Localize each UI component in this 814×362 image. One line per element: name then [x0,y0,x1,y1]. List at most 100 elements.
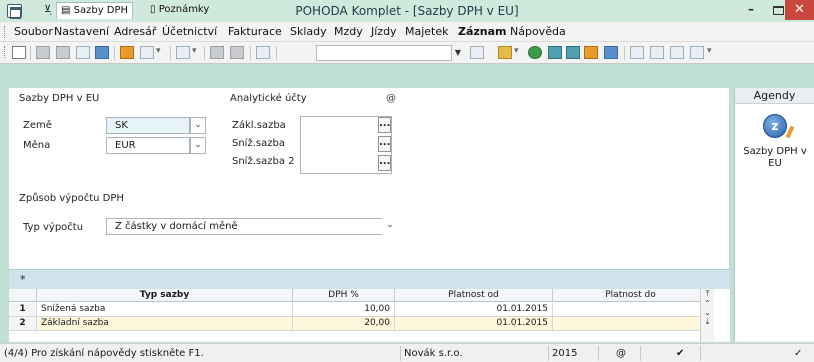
tab-notes[interactable]: ▯ Poznámky [146,2,213,19]
column-header-type[interactable]: Typ sazby [37,289,293,302]
scroll-bottom-icon[interactable]: ⤓ [701,317,714,327]
menu-ucetnictvi[interactable]: Účetnictví [162,25,217,38]
users-icon[interactable] [584,46,598,59]
tab-strip [9,269,730,289]
report-icon[interactable] [76,46,90,59]
toolbar-separator [204,46,205,60]
chevron-down-icon[interactable]: ▾ [192,46,197,56]
ok-circle-icon[interactable]: ✓ [794,348,802,359]
agendy-item-label[interactable]: Sazby DPH v EU [735,146,814,170]
status-separator [640,346,641,361]
menu-mzdy[interactable]: Mzdy [334,25,363,38]
column-header-to[interactable]: Platnost do [553,289,709,302]
grid-corner [9,289,37,302]
cell-from[interactable]: 01.01.2015 [395,317,553,331]
filter-icon[interactable] [470,46,484,59]
save-icon[interactable] [210,46,224,59]
window-icon[interactable] [650,46,664,59]
minimize-button[interactable]: – [737,2,765,22]
folder-icon[interactable] [498,46,512,59]
filter-icon[interactable]: ⊻ [40,2,55,19]
toolbar-grip[interactable] [4,46,6,58]
menu-zaznam[interactable]: Záznam [458,25,507,38]
copy-icon[interactable] [256,46,270,59]
status-separator [548,346,549,361]
scroll-up-icon[interactable]: ⌃ [701,299,714,308]
cell-to[interactable] [553,303,709,317]
chevron-down-icon[interactable]: ▾ [156,46,161,56]
scroll-top-icon[interactable]: ⤒ [701,289,714,299]
check-icon[interactable]: ✔ [676,348,684,359]
edit-icon[interactable] [140,46,154,59]
cell-vat[interactable]: 10,00 [293,303,395,317]
menu-jizdy[interactable]: Jízdy [371,25,397,38]
calc-type-label: Typ výpočtu [23,222,84,233]
country-field[interactable]: SK [106,117,190,134]
cell-from[interactable]: 01.01.2015 [395,303,553,317]
toolbar-separator [30,46,31,60]
reduced-rate-browse-button[interactable]: ... [378,136,391,152]
table-icon[interactable] [548,46,562,59]
tab-notes-label: Poznámky [158,4,210,15]
close-button[interactable]: ✕ [785,0,814,20]
new-record-icon[interactable] [120,46,134,59]
chevron-down-icon[interactable]: ▾ [707,46,712,56]
new-row-star[interactable]: * [20,273,26,286]
menu-nastaveni[interactable]: Nastavení [54,25,109,38]
help-icon[interactable] [690,46,704,59]
reduced-rate-label: Sníž.sazba [232,138,285,149]
export-icon[interactable] [95,46,109,59]
vat-agenda-icon[interactable]: z [763,114,787,138]
column-header-from[interactable]: Platnost od [395,289,553,302]
currency-field[interactable]: EUR [106,137,190,154]
menu-adresar[interactable]: Adresář [114,25,156,38]
chevron-down-icon[interactable]: ⌄ [190,137,206,154]
grid-icon[interactable] [566,46,580,59]
cell-vat[interactable]: 20,00 [293,317,395,331]
link-icon[interactable] [528,46,542,59]
section-title: Sazby DPH v EU [19,93,100,104]
window-icon[interactable] [630,46,644,59]
open-icon[interactable] [12,46,26,59]
toolbar-search-input[interactable] [316,45,452,61]
base-rate-label: Zákl.sazba [232,120,286,131]
menu-majetek[interactable]: Majetek [405,25,449,38]
menu-sklady[interactable]: Sklady [290,25,327,38]
base-rate-browse-button[interactable]: ... [378,117,391,133]
window-icon[interactable] [670,46,684,59]
print-icon[interactable] [36,46,50,59]
tab-vat-rates[interactable]: ▤ Sazby DPH [56,2,134,19]
chevron-down-icon[interactable]: ⌄ [382,218,398,235]
menu-soubor[interactable]: Soubor [14,25,53,38]
save-copy-icon[interactable] [230,46,244,59]
reduced-rate2-label: Sníž.sazba 2 [232,156,295,167]
chevron-down-icon[interactable]: ▼ [452,45,464,61]
reduced-rate2-browse-button[interactable]: ... [378,155,391,171]
menu-napoveda[interactable]: Nápověda [510,25,566,38]
cell-to[interactable] [553,317,709,331]
calendar-icon[interactable] [604,46,618,59]
row-number[interactable]: 1 [9,303,37,317]
menu-fakturace[interactable]: Fakturace [228,25,282,38]
grid-scrollbar[interactable]: ⤒ ⌃ ⌄ ⤓ [700,289,714,342]
toolbar-separator [114,46,115,60]
chevron-down-icon[interactable]: ▾ [514,46,519,56]
row-number[interactable]: 2 [9,317,37,331]
table-icon: ▤ [61,5,74,16]
cell-type[interactable]: Základní sazba [37,317,293,331]
menu-bar: Soubor Nastavení Adresář Účetnictví Fakt… [0,22,814,42]
column-header-vat[interactable]: DPH % [293,289,395,302]
menu-grip[interactable] [4,26,6,38]
toolbar-separator [624,46,625,60]
calc-type-select[interactable]: Z částky v domácí měně [106,218,398,235]
at-icon[interactable]: @ [616,348,626,359]
toolbar-separator [276,46,277,60]
back-icon[interactable] [176,46,190,59]
maximize-icon [772,6,784,15]
print-preview-icon[interactable] [56,46,70,59]
status-separator [700,346,701,361]
cell-type[interactable]: Snížená sazba [37,303,293,317]
at-icon[interactable]: @ [386,93,396,104]
scroll-down-icon[interactable]: ⌄ [701,308,714,317]
chevron-down-icon[interactable]: ⌄ [190,117,206,134]
